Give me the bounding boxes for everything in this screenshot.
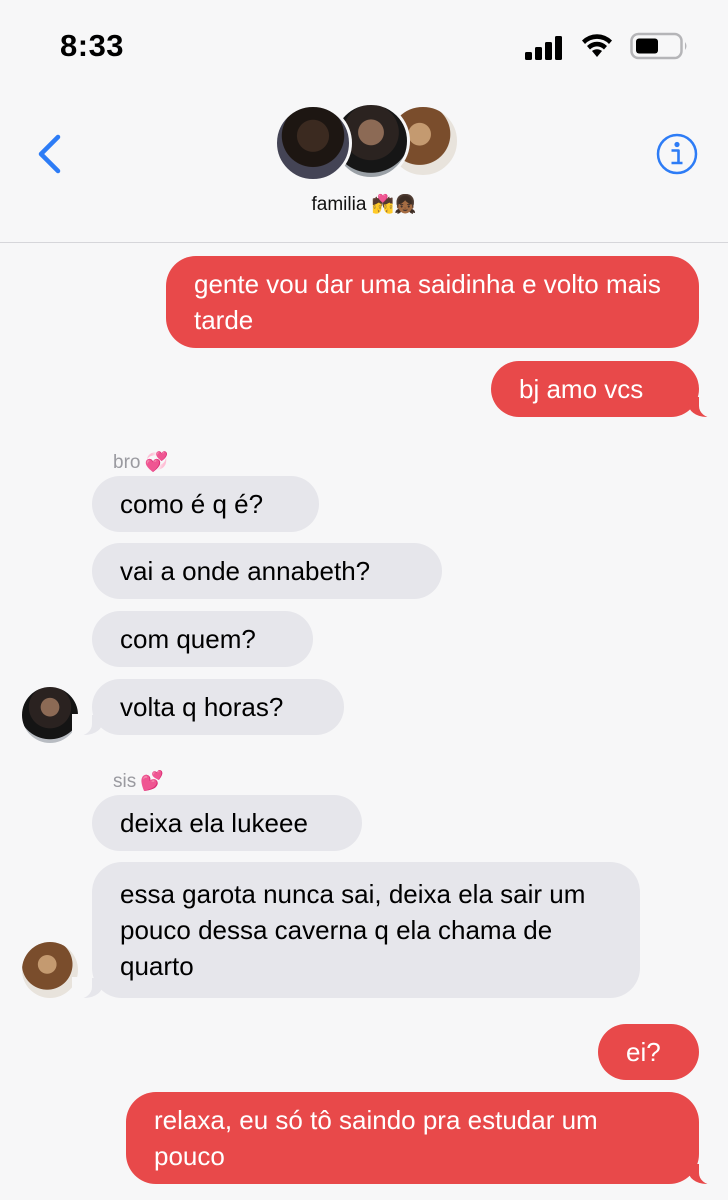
- message-bubble-outgoing[interactable]: bj amo vcs: [491, 361, 719, 418]
- message-bubble-outgoing[interactable]: ei?: [598, 1024, 699, 1080]
- status-bar: 8:33: [0, 0, 728, 90]
- heart-emoji: 💕: [140, 771, 164, 792]
- member-avatar: [274, 104, 352, 182]
- wifi-icon: [582, 34, 612, 57]
- group-name[interactable]: familia 💏👧🏾: [0, 194, 728, 216]
- group-title: familia: [311, 194, 367, 215]
- message-bubble-incoming[interactable]: com quem?: [92, 611, 313, 667]
- info-icon[interactable]: [655, 132, 699, 176]
- signal-icon: [525, 36, 562, 60]
- sis-avatar[interactable]: [22, 942, 78, 998]
- battery-icon: [630, 32, 687, 60]
- message-bubble-incoming[interactable]: deixa ela lukeee: [92, 795, 362, 851]
- group-avatars[interactable]: [274, 102, 460, 182]
- conversation-header: familia 💏👧🏾: [0, 90, 728, 243]
- bro-avatar[interactable]: [22, 687, 78, 743]
- sender-label: sis 💕: [113, 769, 164, 793]
- message-text: volta q horas?: [120, 692, 284, 722]
- clock: 8:33: [60, 28, 125, 63]
- message-bubble-incoming[interactable]: vai a onde annabeth?: [92, 543, 442, 599]
- message-text: bj amo vcs: [519, 374, 644, 404]
- heart-emoji: 💞: [144, 452, 169, 473]
- message-text: essa garota nunca sai, deixa ela sair um…: [120, 879, 586, 981]
- message-bubble-incoming[interactable]: volta q horas?: [72, 679, 344, 736]
- sender-name: sis: [113, 771, 137, 792]
- message-text: relaxa, eu só tô saindo pra estudar um p…: [154, 1105, 598, 1171]
- message-bubble-incoming[interactable]: essa garota nunca sai, deixa ela sair um…: [72, 862, 640, 999]
- sender-name: bro: [113, 452, 141, 473]
- sender-label: bro 💞: [113, 450, 168, 474]
- message-bubble-outgoing[interactable]: relaxa, eu só tô saindo pra estudar um p…: [126, 1092, 719, 1185]
- back-chevron-icon[interactable]: [36, 134, 62, 174]
- message-bubble-outgoing[interactable]: gente vou dar uma saidinha e volto mais …: [166, 256, 699, 348]
- group-emoji: 💏👧🏾: [371, 194, 417, 214]
- message-bubble-incoming[interactable]: como é q é?: [92, 476, 319, 532]
